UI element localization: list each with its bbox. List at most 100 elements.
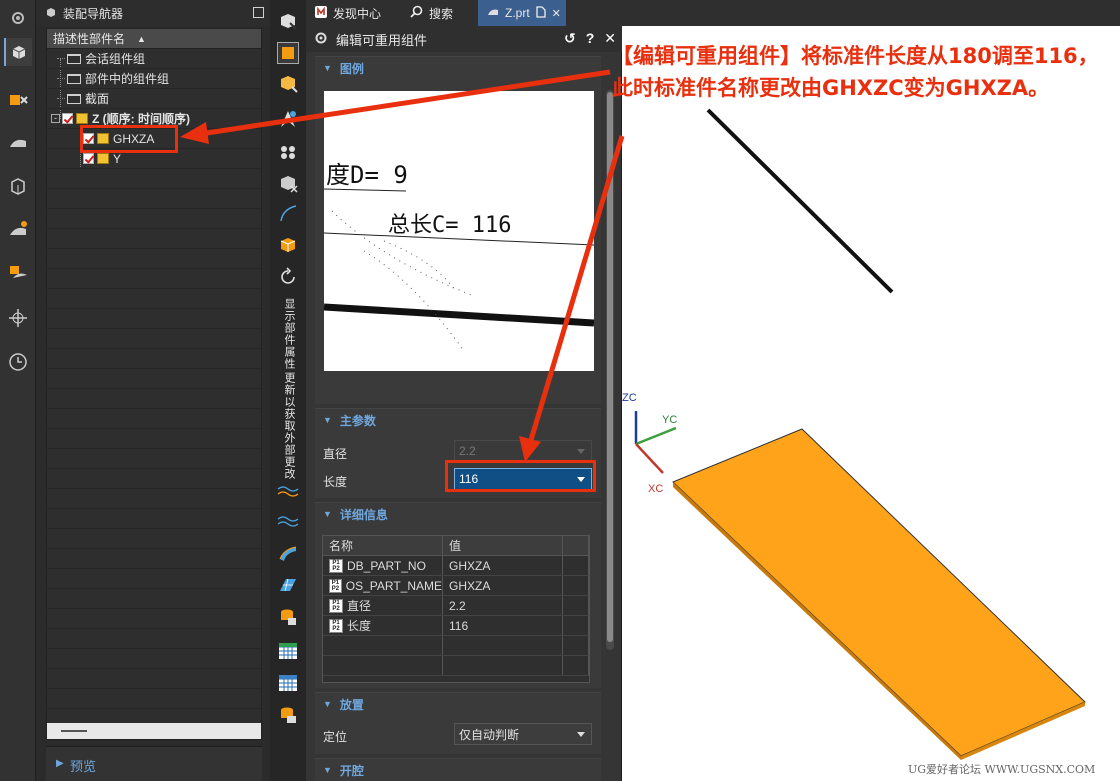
name-column-header[interactable]: 名称 (323, 536, 443, 555)
surface-sweep-icon[interactable] (277, 542, 299, 564)
details-section: ▼ 详细信息 名称 值 P1 P2 DB_PART_NO GHXZA P1 P2 O… (315, 502, 601, 688)
constraint-navigator-icon[interactable] (4, 86, 32, 114)
surface-grid-icon[interactable] (277, 574, 299, 596)
list-item (47, 489, 261, 509)
list-item (47, 289, 261, 309)
slot-section: ▼ 开腔 (315, 758, 601, 781)
component-icon (97, 153, 109, 164)
process-studio-icon[interactable] (4, 304, 32, 332)
show-part-attributes-button[interactable]: 显示部件属性 (281, 298, 297, 370)
update-refresh-icon[interactable] (277, 266, 299, 288)
tab-label: Z.prt (505, 6, 530, 20)
row-name: OS_PART_NAME (345, 578, 442, 593)
list-item (47, 509, 261, 529)
diameter-label: 直径 (323, 447, 348, 461)
standard-part-line (706, 108, 894, 294)
wave-link-icon[interactable] (277, 480, 299, 502)
tab-discovery-center[interactable]: 发现中心 (306, 0, 402, 26)
scrollbar-thumb[interactable] (607, 92, 613, 642)
reuse-library-icon[interactable] (4, 172, 32, 200)
list-item (47, 229, 261, 249)
zc-axis-label: ZC (622, 392, 637, 404)
table-row (323, 636, 589, 656)
dialog-scrollbar[interactable] (606, 90, 614, 650)
legend-section-header[interactable]: ▼ 图例 (315, 57, 601, 79)
tab-search[interactable]: 搜索 (402, 0, 478, 26)
move-component-icon[interactable] (277, 108, 299, 130)
table-row (323, 656, 589, 676)
value-column-header[interactable]: 值 (443, 536, 563, 555)
history-clock-icon[interactable] (4, 348, 32, 376)
cylinder-db-icon[interactable] (277, 606, 299, 628)
part-navigator-icon[interactable] (4, 130, 32, 158)
dialog-title: 编辑可重用组件 (336, 32, 428, 48)
table-icon[interactable] (277, 640, 299, 662)
watermark: UG爱好者论坛 WWW.UGSNX.COM (908, 763, 1096, 776)
table-row[interactable]: P1 P2 DB_PART_NO GHXZA (323, 556, 589, 576)
list-item (47, 629, 261, 649)
positioning-select[interactable]: 仅自动判断 (454, 723, 592, 745)
table-row[interactable]: P1 P2 直径 2.2 (323, 596, 589, 616)
column-header[interactable]: 描述性部件名 ▲ (47, 29, 261, 49)
make-work-part-icon[interactable] (277, 42, 299, 64)
assembly-icon (76, 113, 88, 124)
highlight-box-tree-item (80, 125, 178, 153)
collapse-triangle-icon: ▼ (323, 415, 332, 425)
wave-geometry-linker-icon[interactable] (277, 510, 299, 532)
curve-tool-icon[interactable] (277, 202, 299, 224)
table-row[interactable]: P1 P2 长度 116 (323, 616, 589, 636)
close-tab-icon[interactable]: ✕ (552, 7, 561, 20)
list-item (47, 669, 261, 689)
wave-geometry-icon[interactable] (277, 234, 299, 256)
new-component-icon[interactable] (277, 72, 299, 94)
tree-item-session-groups[interactable]: 会话组件组 (47, 49, 261, 69)
positioning-value: 仅自动判断 (459, 727, 520, 742)
list-item (47, 169, 261, 189)
sort-ascending-icon[interactable]: ▲ (137, 34, 146, 44)
update-external-changes-button[interactable]: 更新以获取外部更改 (281, 372, 297, 480)
remove-component-icon[interactable] (277, 172, 299, 194)
tree-item-sections[interactable]: 截面 (47, 89, 261, 109)
slot-header[interactable]: ▼ 开腔 (315, 759, 601, 781)
list-item (47, 329, 261, 349)
folder-icon (67, 53, 81, 64)
table-row[interactable]: P1 P2 OS_PART_NAME GHXZA (323, 576, 589, 596)
spreadsheet-icon[interactable] (277, 672, 299, 694)
maximize-icon[interactable] (253, 7, 264, 18)
folder-icon (67, 73, 81, 84)
reset-icon[interactable]: ↺ (564, 30, 576, 47)
list-item (47, 389, 261, 409)
collapse-icon[interactable]: - (51, 114, 60, 123)
main-parameters-header[interactable]: ▼ 主参数 (315, 409, 601, 431)
legend-text-length: 总长C= 116 (388, 213, 512, 238)
list-item (47, 249, 261, 269)
details-table[interactable]: 名称 值 P1 P2 DB_PART_NO GHXZA P1 P2 OS_PART_… (322, 535, 590, 683)
row-value: GHXZA (443, 576, 563, 595)
web-browser-icon[interactable] (4, 258, 32, 286)
assembly-navigator-panel: 装配导航器 描述性部件名 ▲ 会话组件组 部件中的组件组 截面 - Z (顺序:… (37, 0, 270, 781)
list-item (47, 529, 261, 549)
help-icon[interactable]: ? (586, 30, 595, 47)
tree-item-part-groups[interactable]: 部件中的组件组 (47, 69, 261, 89)
folder-icon (67, 93, 81, 104)
assembly-navigator-icon[interactable] (4, 38, 32, 66)
horizontal-scrollbar[interactable] (47, 723, 261, 739)
visibility-checkbox[interactable] (83, 153, 94, 164)
diameter-select: 2.2 (454, 440, 592, 462)
visibility-checkbox[interactable] (62, 113, 73, 124)
details-header[interactable]: ▼ 详细信息 (315, 503, 601, 525)
tree-item-label: Y (113, 151, 122, 166)
part-file-icon (486, 5, 500, 22)
chevron-down-icon[interactable] (577, 732, 585, 737)
pattern-component-icon[interactable] (277, 140, 299, 162)
preview-section[interactable]: ▶ 预览 (46, 746, 262, 781)
hd3d-tools-icon[interactable] (4, 216, 32, 244)
tab-z-prt[interactable]: Z.prt ✕ (478, 0, 566, 26)
edit-arrangements-icon[interactable] (277, 10, 299, 32)
expand-triangle-icon: ▶ (56, 758, 64, 769)
settings-gear-icon[interactable] (4, 4, 32, 32)
tree-item-label: 会话组件组 (85, 52, 146, 66)
cylinder-link-icon[interactable] (277, 704, 299, 726)
placement-header[interactable]: ▼ 放置 (315, 693, 601, 715)
list-item (47, 549, 261, 569)
